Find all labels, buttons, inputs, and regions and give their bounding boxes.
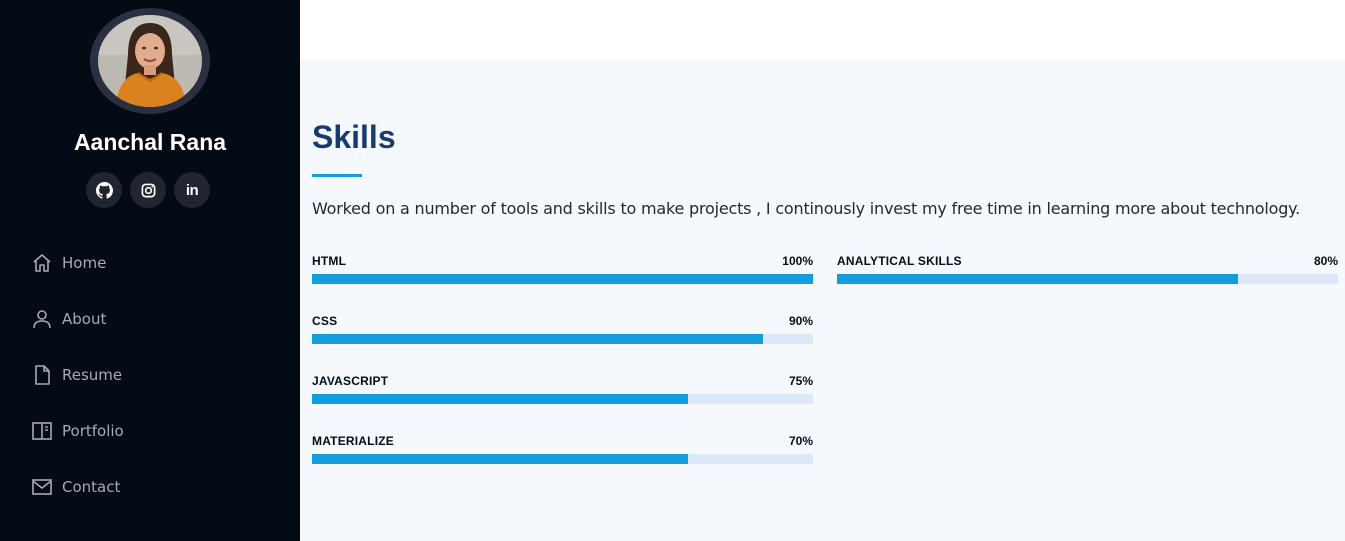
top-bar [300, 0, 1345, 59]
skill-html: HTML 100% [312, 254, 813, 294]
nav-item-about[interactable]: About [0, 291, 300, 347]
skill-value: 80% [1313, 254, 1338, 268]
progress-track [312, 334, 813, 344]
nav-item-home[interactable]: Home [0, 235, 300, 291]
nav-menu: Home About Resume Portfolio Contact [0, 235, 300, 515]
skill-name: JAVASCRIPT [312, 374, 389, 388]
skill-name: MATERIALIZE [312, 434, 394, 448]
progress-fill [837, 274, 1238, 284]
skill-value: 90% [788, 314, 813, 328]
instagram-link[interactable] [130, 172, 166, 208]
nav-item-label: Portfolio [62, 422, 124, 440]
section-description: Worked on a number of tools and skills t… [312, 199, 1301, 218]
skill-analytical: ANALYTICAL SKILLS 80% [837, 254, 1338, 294]
profile-name: Aanchal Rana [73, 129, 227, 155]
progress-track [312, 394, 813, 404]
skill-name: CSS [312, 314, 338, 328]
book-icon [31, 420, 53, 442]
user-icon [31, 308, 53, 330]
github-icon [95, 181, 113, 199]
progress-track [312, 454, 813, 464]
nav-item-label: About [62, 310, 107, 328]
title-underline [312, 174, 362, 177]
progress-fill [312, 394, 688, 404]
social-links: in [86, 172, 216, 208]
skill-value: 100% [782, 254, 813, 268]
home-icon [31, 252, 53, 274]
nav-item-resume[interactable]: Resume [0, 347, 300, 403]
progress-fill [312, 454, 688, 464]
skill-name: ANALYTICAL SKILLS [837, 254, 962, 268]
envelope-icon [31, 476, 53, 498]
section-title: Skills [312, 119, 396, 155]
sidebar: Aanchal Rana in Home About Resume Portfo… [0, 0, 300, 541]
progress-track [837, 274, 1338, 284]
instagram-icon [141, 183, 156, 198]
nav-item-label: Home [62, 254, 107, 272]
skill-value: 70% [788, 434, 813, 448]
linkedin-icon: in [185, 181, 199, 199]
skills-section: Skills Worked on a number of tools and s… [300, 59, 1345, 541]
skill-value: 75% [788, 374, 813, 388]
nav-item-portfolio[interactable]: Portfolio [0, 403, 300, 459]
file-icon [31, 364, 53, 386]
nav-item-contact[interactable]: Contact [0, 459, 300, 515]
skill-materialize: MATERIALIZE 70% [312, 434, 813, 474]
progress-fill [312, 274, 813, 284]
nav-item-label: Resume [62, 366, 123, 384]
skill-javascript: JAVASCRIPT 75% [312, 374, 813, 414]
avatar-ring [90, 8, 210, 114]
skill-css: CSS 90% [312, 314, 813, 354]
github-link[interactable] [86, 172, 122, 208]
linkedin-link[interactable]: in [174, 172, 210, 208]
progress-track [312, 274, 813, 284]
nav-item-label: Contact [62, 478, 121, 496]
avatar [98, 15, 202, 107]
progress-fill [312, 334, 763, 344]
skill-name: HTML [312, 254, 347, 268]
